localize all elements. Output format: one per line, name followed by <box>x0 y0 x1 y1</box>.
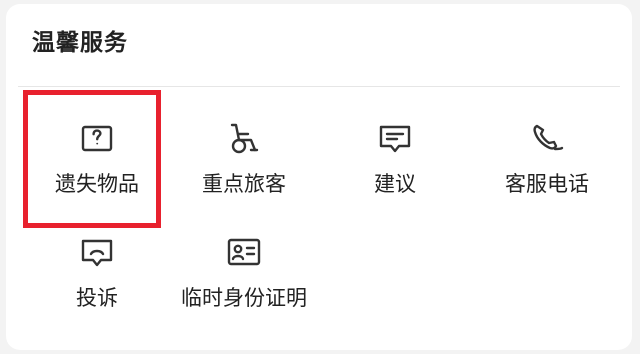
service-label: 投诉 <box>76 286 118 310</box>
service-label: 临时身份证明 <box>181 286 307 310</box>
section-divider <box>18 86 620 87</box>
section-title: 温馨服务 <box>32 30 128 56</box>
service-key-passengers[interactable]: 重点旅客 <box>169 96 319 206</box>
complaint-face-icon <box>77 232 117 272</box>
service-complaint[interactable]: 投诉 <box>22 210 172 320</box>
service-suggestions[interactable]: 建议 <box>320 96 470 206</box>
service-label: 重点旅客 <box>202 172 286 196</box>
service-label: 建议 <box>374 172 416 196</box>
question-box-icon <box>77 118 117 158</box>
wheelchair-icon <box>224 118 264 158</box>
phone-icon <box>527 118 567 158</box>
warm-services-card: 温馨服务 遗失物品 重点旅客 建议 客服电话 投诉 临时身份证明 <box>6 4 632 350</box>
service-label: 遗失物品 <box>55 172 139 196</box>
service-lost-items[interactable]: 遗失物品 <box>22 96 172 206</box>
service-label: 客服电话 <box>505 172 589 196</box>
id-card-icon <box>224 232 264 272</box>
message-square-icon <box>375 118 415 158</box>
service-temp-id[interactable]: 临时身份证明 <box>169 210 319 320</box>
service-customer-phone[interactable]: 客服电话 <box>472 96 622 206</box>
